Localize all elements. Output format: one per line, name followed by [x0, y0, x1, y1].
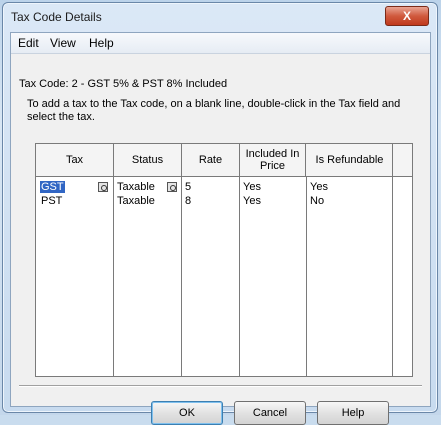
lookup-icon[interactable] [98, 182, 108, 192]
menu-bar: Edit View Help [11, 33, 430, 54]
column-header-status[interactable]: Status [114, 144, 182, 176]
cell-tax[interactable]: PST [41, 195, 62, 207]
column-header-included-in-price[interactable]: Included In Price [240, 144, 306, 176]
cell-status[interactable]: Taxable [117, 195, 155, 207]
lookup-icon[interactable] [167, 182, 177, 192]
close-icon: X [402, 9, 411, 23]
tax-code-details-window: Tax Code Details X Edit View Help Tax Co… [2, 2, 438, 425]
column-divider [239, 176, 240, 376]
cell-status[interactable]: Taxable [117, 181, 155, 193]
dialog-body: Edit View Help Tax Code: 2 - GST 5% & PS… [10, 32, 431, 425]
column-header-rate[interactable]: Rate [182, 144, 240, 176]
column-divider [306, 176, 307, 376]
help-button[interactable]: Help [317, 401, 389, 425]
cell-refundable[interactable]: No [310, 195, 324, 207]
menu-edit[interactable]: Edit [18, 36, 39, 50]
grid-header: Tax Status Rate Included In Price Is Ref… [36, 144, 412, 177]
column-divider [392, 176, 393, 376]
close-button[interactable]: X [385, 6, 429, 26]
cell-refundable[interactable]: Yes [310, 181, 328, 193]
column-header-tax[interactable]: Tax [36, 144, 114, 176]
tax-grid[interactable]: Tax Status Rate Included In Price Is Ref… [35, 143, 413, 377]
cell-tax-selected[interactable]: GST [40, 181, 65, 193]
column-header-is-refundable[interactable]: Is Refundable [307, 144, 393, 176]
cell-rate[interactable]: 5 [185, 181, 191, 193]
cell-included[interactable]: Yes [243, 181, 261, 193]
cell-included[interactable]: Yes [243, 195, 261, 207]
button-row: OK Cancel Help [11, 401, 430, 425]
menu-help[interactable]: Help [89, 36, 114, 50]
tax-code-label: Tax Code: 2 - GST 5% & PST 8% Included [19, 78, 228, 90]
column-divider [113, 176, 114, 376]
cell-rate[interactable]: 8 [185, 195, 191, 207]
divider [19, 385, 422, 387]
cancel-button[interactable]: Cancel [234, 401, 306, 425]
window-title: Tax Code Details [11, 10, 102, 24]
instruction-text: To add a tax to the Tax code, on a blank… [27, 98, 401, 123]
menu-view[interactable]: View [50, 36, 76, 50]
title-bar[interactable]: Tax Code Details X [3, 3, 437, 31]
column-divider [181, 176, 182, 376]
ok-button[interactable]: OK [151, 401, 223, 425]
